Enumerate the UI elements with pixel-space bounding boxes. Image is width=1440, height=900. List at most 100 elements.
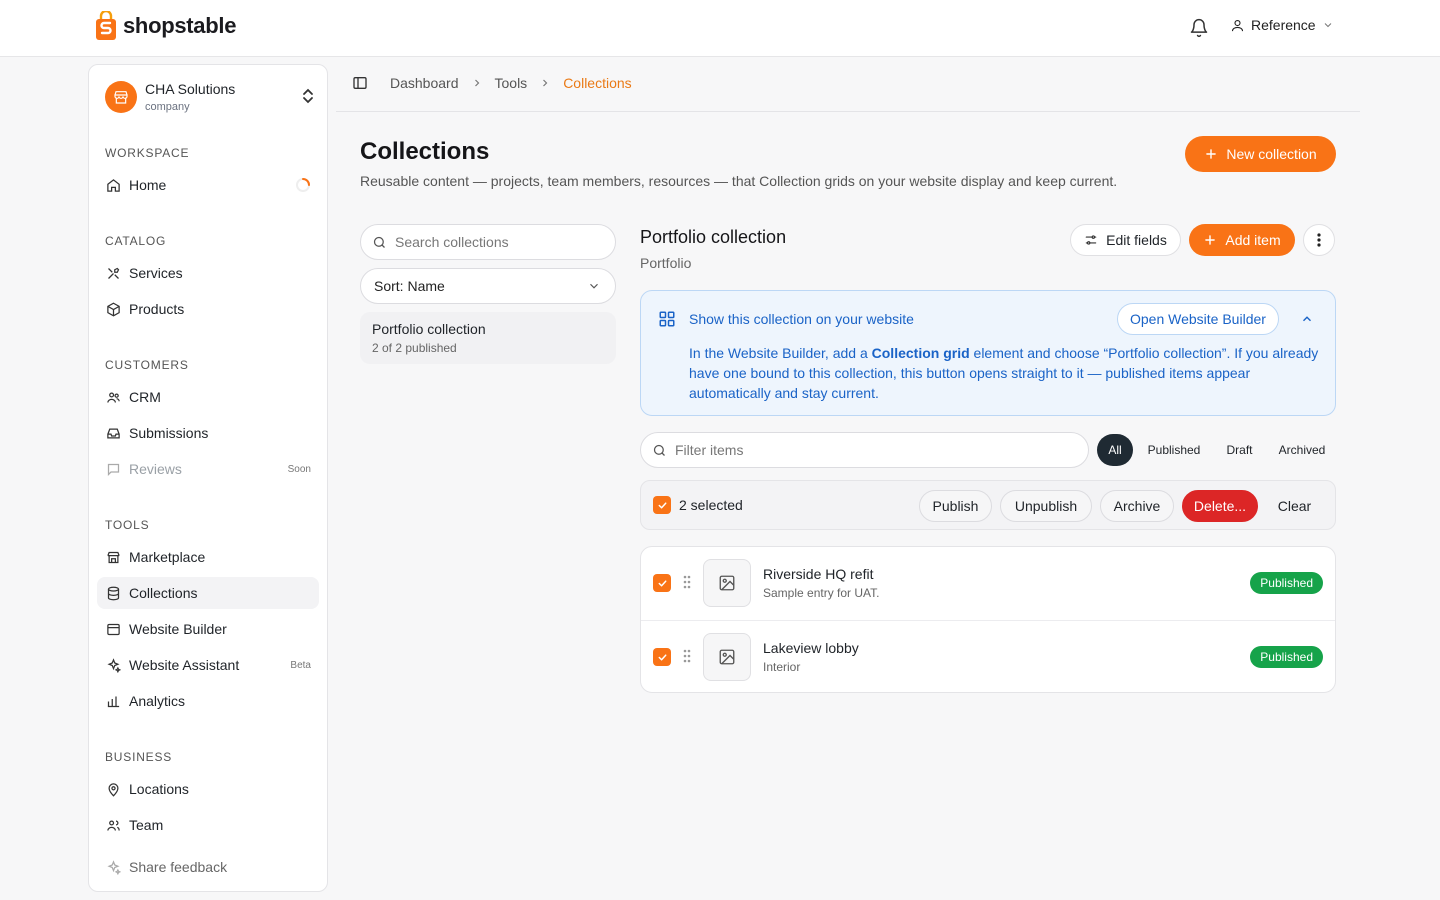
users-icon [106, 390, 121, 405]
soon-badge: Soon [287, 463, 311, 475]
grid-icon [658, 310, 676, 328]
sidebar-item-marketplace[interactable]: Marketplace [97, 541, 319, 573]
breadcrumb-tools[interactable]: Tools [495, 75, 528, 91]
chevrons-up-down-icon[interactable] [301, 87, 315, 105]
chevron-up-icon[interactable] [1300, 312, 1314, 326]
sidebar-toggle-icon[interactable] [352, 75, 368, 91]
publish-button[interactable]: Publish [919, 490, 992, 522]
unpublish-button[interactable]: Unpublish [1000, 490, 1092, 522]
select-all-checkbox[interactable] [653, 496, 671, 514]
tab-all[interactable]: All [1097, 434, 1133, 466]
website-info-callout: Show this collection on your website Ope… [640, 290, 1336, 416]
top-bar: shopstable Reference [0, 0, 1440, 57]
sidebar-item-label: Analytics [129, 693, 186, 709]
item-checkbox[interactable] [653, 574, 671, 592]
chevron-right-icon [471, 77, 483, 89]
bell-icon[interactable] [1189, 18, 1209, 38]
store-icon [113, 89, 129, 105]
section-label-catalog: CATALOG [105, 234, 167, 248]
check-icon [657, 500, 668, 511]
sidebar-item-submissions[interactable]: Submissions [97, 417, 319, 449]
shopping-bag-logo-icon [95, 11, 117, 41]
search-icon [652, 443, 667, 458]
sidebar-item-crm[interactable]: CRM [97, 381, 319, 413]
sidebar-item-label: Services [129, 265, 183, 281]
filter-items-input[interactable] [675, 442, 1055, 458]
sliders-icon [1084, 233, 1098, 247]
home-icon [106, 178, 121, 193]
sidebar-item-website-assistant[interactable]: Website Assistant Beta [97, 649, 319, 681]
info-heading: Show this collection on your website [689, 311, 914, 327]
sidebar-item-services[interactable]: Services [97, 257, 319, 289]
delete-button[interactable]: Delete... [1182, 490, 1258, 522]
kebab-icon [1317, 233, 1321, 247]
section-label-customers: CUSTOMERS [105, 358, 189, 372]
store-icon [106, 550, 121, 565]
sidebar-item-collections[interactable]: Collections [97, 577, 319, 609]
clear-selection-button[interactable]: Clear [1266, 490, 1323, 522]
tab-archived[interactable]: Archived [1271, 434, 1333, 466]
sort-select-value: Sort: Name [374, 278, 445, 294]
tab-published[interactable]: Published [1141, 434, 1207, 466]
sparkle-icon [106, 859, 121, 875]
chart-icon [106, 694, 121, 709]
sidebar-item-locations[interactable]: Locations [97, 773, 319, 805]
more-options-button[interactable] [1303, 224, 1335, 256]
filter-items-field[interactable] [640, 432, 1089, 468]
sidebar-item-label: Locations [129, 781, 189, 797]
sidebar-item-team[interactable]: Team [97, 809, 319, 841]
drag-handle-icon[interactable] [683, 575, 691, 589]
sidebar-item-label: Marketplace [129, 549, 206, 565]
tab-draft[interactable]: Draft [1218, 434, 1261, 466]
item-title: Riverside HQ refit [763, 566, 874, 582]
sidebar: CHA Solutions company WORKSPACE Home CAT… [88, 64, 328, 892]
user-menu-label: Reference [1251, 17, 1316, 33]
list-item[interactable]: Lakeview lobby Interior Published [641, 620, 1335, 692]
collection-meta: 2 of 2 published [372, 341, 457, 355]
sidebar-item-reviews[interactable]: Reviews Soon [97, 453, 319, 485]
user-menu[interactable]: Reference [1230, 17, 1334, 33]
collection-name: Portfolio collection [372, 321, 486, 337]
drag-handle-icon[interactable] [683, 649, 691, 663]
breadcrumb-dashboard[interactable]: Dashboard [390, 75, 459, 91]
status-badge: Published [1250, 572, 1323, 594]
search-icon [372, 235, 387, 250]
add-item-label: Add item [1225, 232, 1281, 248]
chevron-down-icon [587, 279, 601, 293]
item-description: Sample entry for UAT. [763, 586, 880, 600]
sidebar-item-products[interactable]: Products [97, 293, 319, 325]
company-type: company [145, 101, 190, 113]
bulk-action-bar: 2 selected Publish Unpublish Archive Del… [640, 480, 1336, 530]
add-item-button[interactable]: Add item [1189, 224, 1295, 256]
image-icon [718, 648, 736, 666]
search-collections-input[interactable] [395, 234, 595, 250]
brand-logo[interactable]: shopstable [95, 11, 236, 41]
share-feedback-link[interactable]: Share feedback [97, 851, 319, 883]
section-label-tools: TOOLS [105, 518, 150, 532]
items-list: Riverside HQ refit Sample entry for UAT.… [640, 546, 1336, 693]
team-icon [106, 818, 121, 833]
check-icon [657, 578, 668, 589]
share-feedback-label: Share feedback [129, 859, 228, 875]
sidebar-item-home[interactable]: Home [97, 169, 319, 201]
open-website-builder-button[interactable]: Open Website Builder [1117, 303, 1279, 335]
new-collection-button[interactable]: New collection [1185, 136, 1336, 172]
sidebar-item-analytics[interactable]: Analytics [97, 685, 319, 717]
item-checkbox[interactable] [653, 648, 671, 666]
sidebar-item-label: Submissions [129, 425, 209, 441]
collection-list-item[interactable]: Portfolio collection 2 of 2 published [360, 312, 616, 364]
edit-fields-button[interactable]: Edit fields [1070, 224, 1181, 256]
company-switcher[interactable]: CHA Solutions company [105, 81, 315, 115]
search-collections-field[interactable] [360, 224, 616, 260]
list-item[interactable]: Riverside HQ refit Sample entry for UAT.… [641, 547, 1335, 620]
pin-icon [106, 782, 121, 797]
sidebar-item-website-builder[interactable]: Website Builder [97, 613, 319, 645]
collection-detail-title: Portfolio collection [640, 227, 787, 247]
check-icon [657, 652, 668, 663]
sidebar-item-label: Team [129, 817, 164, 833]
sidebar-item-label: Website Builder [129, 621, 227, 637]
item-title: Lakeview lobby [763, 640, 859, 656]
archive-button[interactable]: Archive [1100, 490, 1174, 522]
sort-select[interactable]: Sort: Name [360, 268, 616, 304]
section-label-workspace: WORKSPACE [105, 146, 190, 160]
